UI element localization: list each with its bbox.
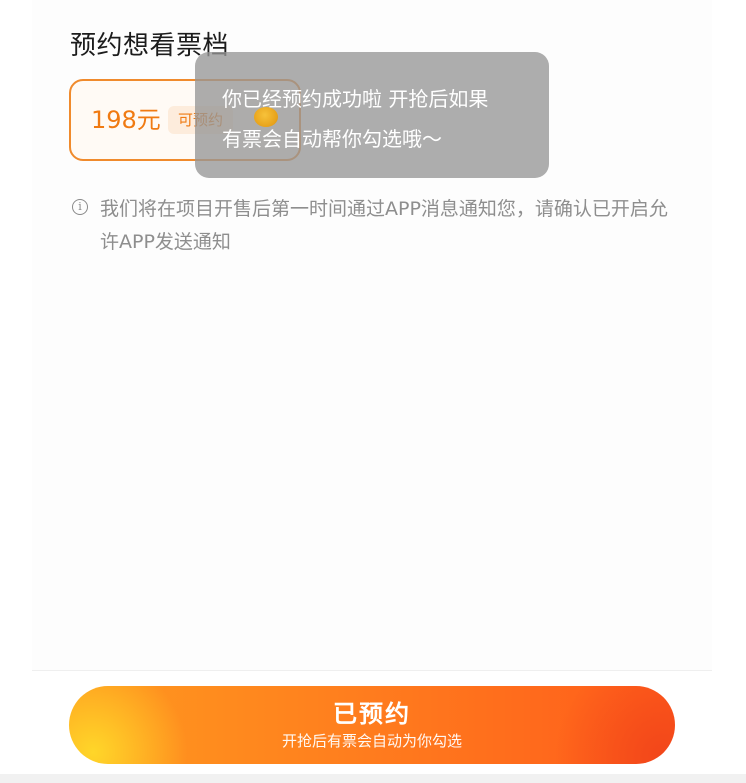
info-icon: i — [72, 199, 88, 215]
touch-indicator-icon — [254, 107, 278, 127]
reserved-button-sublabel: 开抢后有票会自动为你勾选 — [281, 732, 462, 750]
reserved-button-label: 已预约 — [333, 700, 411, 728]
bottom-edge — [0, 774, 746, 783]
reserved-button[interactable]: 已预约 开抢后有票会自动为你勾选 — [69, 686, 675, 764]
page: 预约想看票档 198元 可预约 i 我们将在项目开售后第一时间通过APP消息通知… — [0, 0, 746, 783]
notice-text: 我们将在项目开售后第一时间通过APP消息通知您，请确认已开启允许APP发送通知 — [100, 198, 668, 253]
toast-message: 你已经预约成功啦 开抢后如果 有票会自动帮你勾选哦～ — [195, 52, 549, 178]
tier-price: 198元 — [91, 106, 161, 134]
